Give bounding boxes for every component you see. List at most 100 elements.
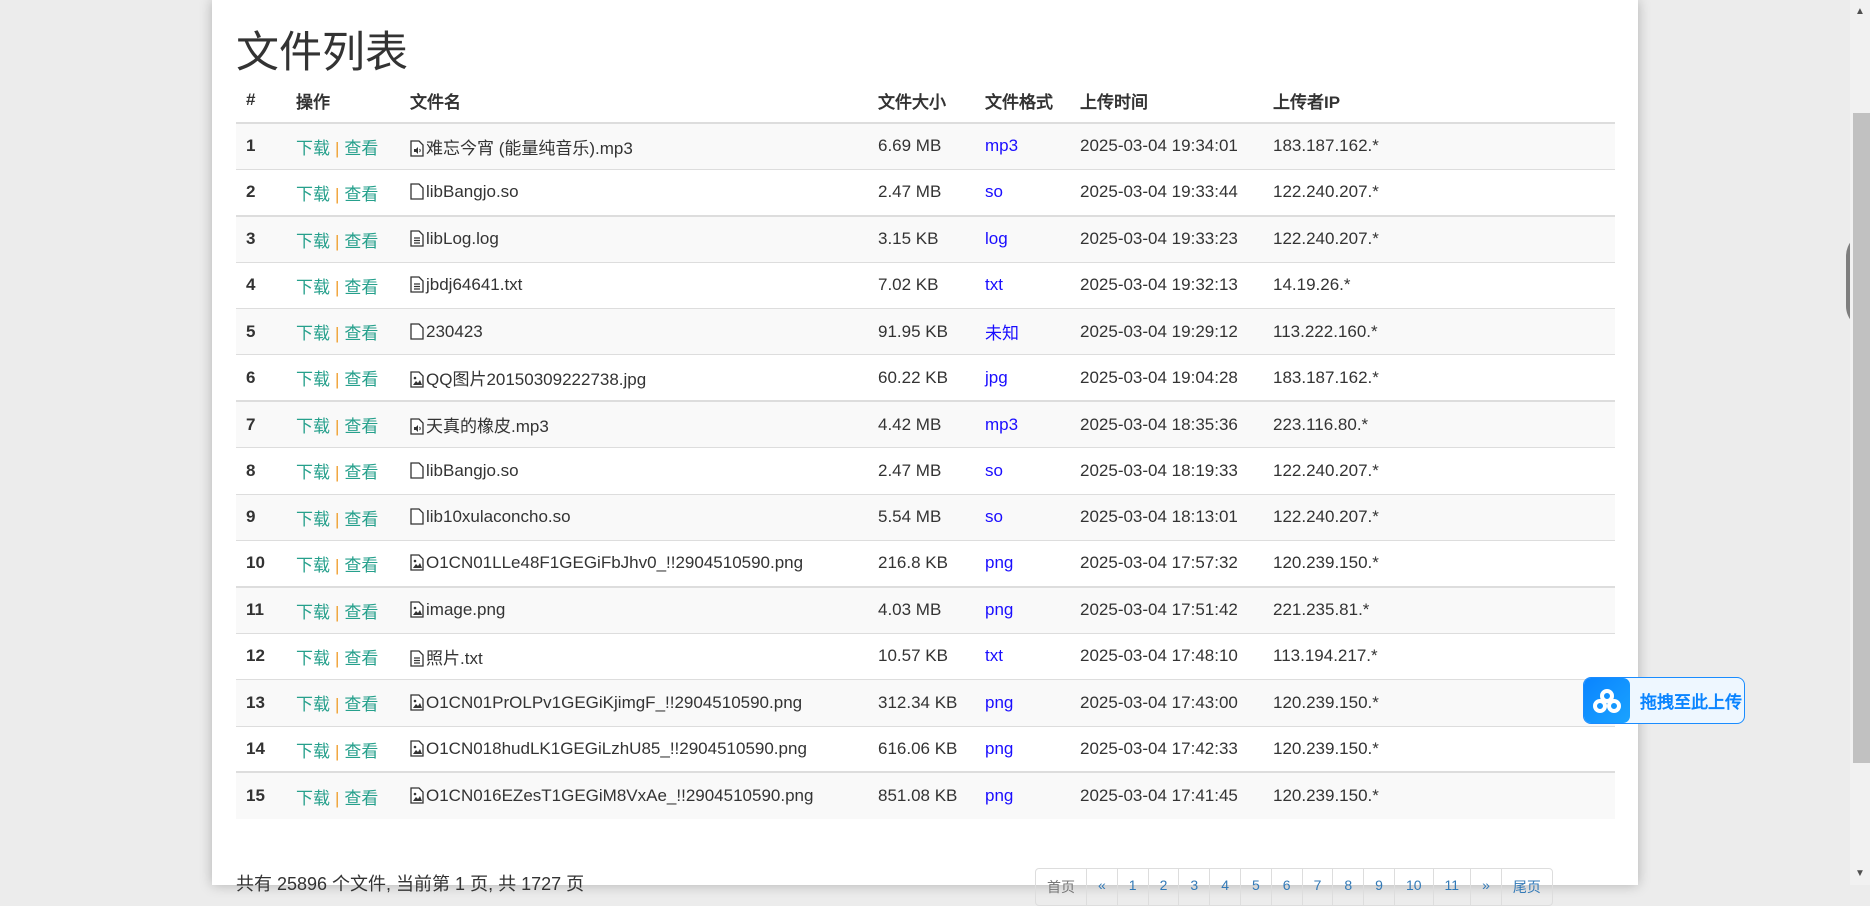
- file-format: png: [975, 679, 1070, 727]
- view-link[interactable]: 查看: [344, 232, 378, 251]
- image-file-icon: [410, 787, 424, 804]
- download-link[interactable]: 下载: [296, 139, 330, 158]
- page-link[interactable]: 5: [1239, 869, 1271, 905]
- pagination: 首页 «1 2 3 4 5 6 7 8 9 10 11» 尾页: [1035, 868, 1553, 906]
- view-link[interactable]: 查看: [344, 463, 378, 482]
- download-link[interactable]: 下载: [296, 695, 330, 714]
- table-row: 5 下载 | 查看 230423 91.95 KB 未知 2025-03-04 19…: [236, 308, 1615, 355]
- row-number: 7: [236, 400, 286, 448]
- row-number: 3: [236, 214, 286, 263]
- row-number: 12: [236, 632, 286, 680]
- view-link[interactable]: 查看: [344, 417, 378, 436]
- file-size: 312.34 KB: [868, 679, 975, 727]
- upload-time: 2025-03-04 17:43:00: [1070, 679, 1263, 727]
- scroll-up-arrow-icon[interactable]: ▲: [1855, 6, 1865, 17]
- download-link[interactable]: 下载: [296, 232, 330, 251]
- file-name-cell: libLog.log: [400, 214, 868, 263]
- file-name-cell: 难忘今宵 (能量纯音乐).mp3: [400, 122, 868, 170]
- view-link[interactable]: 查看: [344, 649, 378, 668]
- file-table: # 操作 文件名 文件大小 文件格式 上传时间 上传者IP 1 下载 | 查看 难忘今宵 (能量…: [236, 78, 1615, 819]
- download-link[interactable]: 下载: [296, 789, 330, 808]
- page-link[interactable]: 2: [1147, 869, 1179, 905]
- image-file-icon: [410, 601, 424, 618]
- page-link[interactable]: »: [1470, 869, 1501, 905]
- scrollbar-thumb[interactable]: [1853, 113, 1870, 763]
- file-name: image.png: [426, 600, 506, 620]
- column-header: 文件格式: [975, 78, 1070, 124]
- separator: |: [335, 231, 340, 251]
- column-header: 文件大小: [868, 78, 975, 124]
- file-name: 天真的橡皮.mp3: [426, 417, 549, 437]
- separator: |: [335, 602, 340, 622]
- view-link[interactable]: 查看: [344, 278, 378, 297]
- uploader-ip: 120.239.150.*: [1263, 679, 1615, 727]
- download-link[interactable]: 下载: [296, 417, 330, 436]
- file-name-cell: 天真的橡皮.mp3: [400, 400, 868, 448]
- download-link[interactable]: 下载: [296, 556, 330, 575]
- scrollbar[interactable]: ▲ ▼: [1850, 0, 1870, 885]
- file-format: png: [975, 725, 1070, 773]
- column-header: 上传者IP: [1263, 78, 1615, 124]
- table-row: 3 下载 | 查看 libLog.log 3.15 KB log 2025-03-0…: [236, 214, 1615, 263]
- table-row: 2 下载 | 查看 libBangjo.so 2.47 MB so 2025-03-…: [236, 168, 1615, 216]
- file-format: log: [975, 214, 1070, 263]
- view-link[interactable]: 查看: [344, 789, 378, 808]
- view-link[interactable]: 查看: [344, 324, 378, 343]
- download-link[interactable]: 下载: [296, 603, 330, 622]
- upload-time: 2025-03-04 18:13:01: [1070, 493, 1263, 541]
- drag-upload-button[interactable]: 拖拽至此上传: [1583, 677, 1745, 724]
- file-format: so: [975, 168, 1070, 216]
- view-link[interactable]: 查看: [344, 370, 378, 389]
- page-link[interactable]: 4: [1209, 869, 1240, 905]
- file-name-cell: image.png: [400, 585, 868, 634]
- page-link[interactable]: 9: [1363, 869, 1394, 905]
- upload-time: 2025-03-04 17:51:42: [1070, 585, 1263, 634]
- uploader-ip: 122.240.207.*: [1263, 447, 1615, 495]
- row-number: 11: [236, 585, 286, 634]
- file-count-summary: 共有 25896 个文件, 当前第 1 页, 共 1727 页: [236, 874, 585, 894]
- page-link[interactable]: «: [1086, 869, 1117, 905]
- actions-cell: 下载 | 查看: [286, 771, 400, 819]
- download-link[interactable]: 下载: [296, 370, 330, 389]
- actions-cell: 下载 | 查看: [286, 261, 400, 309]
- download-link[interactable]: 下载: [296, 185, 330, 204]
- view-link[interactable]: 查看: [344, 510, 378, 529]
- file-name: jbdj64641.txt: [426, 275, 523, 295]
- download-link[interactable]: 下载: [296, 510, 330, 529]
- actions-cell: 下载 | 查看: [286, 585, 400, 634]
- view-link[interactable]: 查看: [344, 185, 378, 204]
- audio-file-icon: [410, 140, 424, 157]
- download-link[interactable]: 下载: [296, 463, 330, 482]
- page-link[interactable]: 8: [1332, 869, 1363, 905]
- page-title: 文件列表: [236, 29, 408, 77]
- page-link[interactable]: 首页: [1036, 869, 1086, 905]
- page-link[interactable]: 1: [1116, 869, 1148, 905]
- page-link[interactable]: 3: [1178, 869, 1209, 905]
- page-link[interactable]: 10: [1393, 869, 1433, 905]
- view-link[interactable]: 查看: [344, 603, 378, 622]
- download-link[interactable]: 下载: [296, 649, 330, 668]
- scroll-down-arrow-icon[interactable]: ▼: [1855, 868, 1865, 879]
- separator: |: [335, 555, 340, 575]
- download-link[interactable]: 下载: [296, 742, 330, 761]
- uploader-ip: 223.116.80.*: [1263, 400, 1615, 448]
- file-size: 851.08 KB: [868, 771, 975, 819]
- download-link[interactable]: 下载: [296, 278, 330, 297]
- view-link[interactable]: 查看: [344, 695, 378, 714]
- file-name: lib10xulaconcho.so: [426, 507, 571, 527]
- page-link[interactable]: 6: [1270, 869, 1302, 905]
- view-link[interactable]: 查看: [344, 139, 378, 158]
- view-link[interactable]: 查看: [344, 556, 378, 575]
- separator: |: [335, 324, 340, 344]
- file-name: QQ图片20150309222738.jpg: [426, 370, 647, 390]
- view-link[interactable]: 查看: [344, 742, 378, 761]
- actions-cell: 下载 | 查看: [286, 214, 400, 263]
- page-link[interactable]: 11: [1432, 869, 1471, 905]
- file-size: 91.95 KB: [868, 308, 975, 355]
- image-file-icon: [410, 554, 424, 572]
- uploader-ip: 221.235.81.*: [1263, 585, 1615, 634]
- upload-label: 拖拽至此上传: [1640, 693, 1742, 712]
- page-link[interactable]: 尾页: [1500, 869, 1552, 905]
- page-link[interactable]: 7: [1301, 869, 1333, 905]
- download-link[interactable]: 下载: [296, 324, 330, 343]
